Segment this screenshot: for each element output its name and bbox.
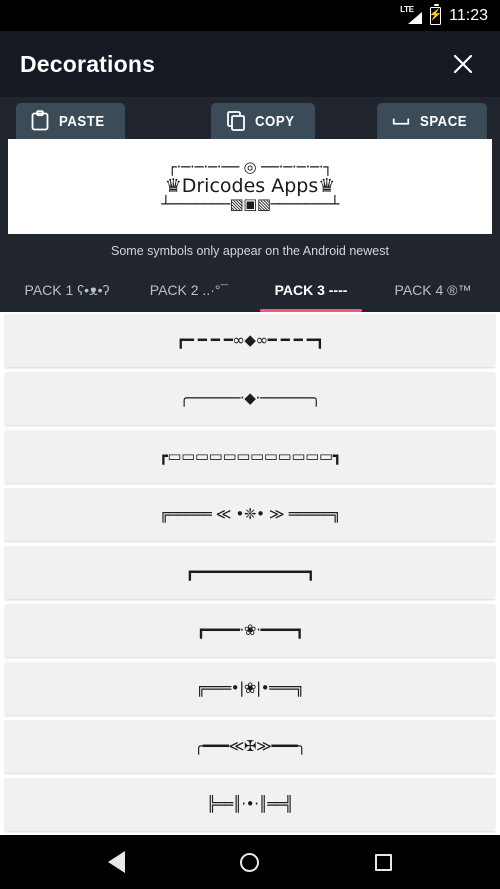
tab-pack-2-label: PACK 2 ..·°¯ (149, 281, 229, 298)
preview-canvas[interactable]: ┌·─·─·─·── ◎ ──·─·─·─·┐ ♛Dricodes Apps♛ … (8, 139, 492, 234)
signal-bars-icon (408, 11, 423, 24)
spacebar-icon (392, 118, 410, 125)
list-item[interactable]: ┏━━━━·❀·━━━━┓ (5, 604, 495, 657)
decoration-text: ┏▭▭▭▭▭▭▭▭▭▭▭▭┓ (158, 447, 342, 466)
list-item[interactable]: ┏━━━━━━━━━━━━━┓ (5, 546, 495, 599)
app-header: Decorations (0, 31, 500, 97)
list-item[interactable]: ╭━━━≪✠≫━━━╮ (5, 720, 495, 773)
decoration-text: ╠══║·•·║══╣ (206, 795, 294, 814)
clipboard-icon (31, 110, 49, 131)
paste-label: PASTE (59, 112, 105, 130)
tab-pack-2[interactable]: PACK 2 ..·°¯ (128, 267, 250, 312)
space-button[interactable]: SPACE (376, 103, 488, 139)
action-toolbar: PASTE COPY SPACE (0, 97, 500, 139)
nav-home-button[interactable] (228, 840, 272, 884)
close-button[interactable] (446, 47, 480, 81)
copy-icon (227, 111, 245, 131)
list-item[interactable]: ╔═════ ≪ •❈• ≫ ═════╗ (5, 488, 495, 541)
page-title: Decorations (20, 50, 156, 77)
phone-screen: LTE ⚡ 11:23 Decorations PASTE COPY SPACE… (0, 0, 500, 889)
tab-pack-4-label: PACK 4 ®™ (394, 281, 472, 298)
nav-recents-button[interactable] (361, 840, 405, 884)
list-item[interactable]: ╔═══•|❀|•═══╗ (5, 662, 495, 715)
decoration-text: ╭━━━≪✠≫━━━╮ (194, 737, 306, 756)
list-item[interactable]: ╭──────·◆·──────╮ (5, 372, 495, 425)
copy-label: COPY (254, 112, 295, 130)
preview-line-bottom: ┴───────▧▣▧───────┴ (161, 194, 339, 213)
close-icon (453, 54, 473, 74)
list-item[interactable]: ╠══║·•·║══╣ (5, 778, 495, 831)
list-item[interactable]: ┏━ ━ ━ ━∞◆∞━ ━ ━ ━┓ (5, 314, 495, 367)
pack-tab-bar: PACK 1 ʕ•ᴥ•ʔ PACK 2 ..·°¯ PACK 3 ---- PA… (0, 267, 500, 312)
decoration-text: ╔═════ ≪ •❈• ≫ ═════╗ (159, 505, 341, 524)
list-item[interactable]: ┏▭▭▭▭▭▭▭▭▭▭▭▭┓ (5, 430, 495, 483)
status-clock: 11:23 (449, 6, 488, 24)
space-label: SPACE (419, 112, 468, 130)
nav-back-button[interactable] (95, 840, 139, 884)
paste-button[interactable]: PASTE (16, 103, 125, 139)
decoration-text: ╭──────·◆·──────╮ (179, 389, 321, 408)
tab-pack-1[interactable]: PACK 1 ʕ•ᴥ•ʔ (6, 267, 128, 312)
tab-pack-4[interactable]: PACK 4 ®™ (372, 267, 494, 312)
battery-charging-icon: ⚡ (428, 3, 443, 25)
status-icons: LTE ⚡ 11:23 (400, 3, 488, 25)
android-nav-bar (0, 835, 500, 889)
back-triangle-icon (108, 851, 126, 873)
decoration-text: ┏━━━━·❀·━━━━┓ (196, 621, 304, 640)
signal-lte-icon: LTE (400, 5, 423, 25)
recents-square-icon (374, 853, 392, 871)
decoration-text: ┏━ ━ ━ ━∞◆∞━ ━ ━ ━┓ (176, 331, 324, 350)
hint-text: Some symbols only appear on the Android … (0, 240, 500, 267)
tab-pack-1-label: PACK 1 ʕ•ᴥ•ʔ (24, 281, 110, 298)
decoration-text: ┏━━━━━━━━━━━━━┓ (185, 563, 315, 582)
home-circle-icon (240, 852, 260, 872)
preview-line-top: ┌·─·─·─·── ◎ ──·─·─·─·┐ (167, 158, 333, 177)
decoration-text: ╔═══•|❀|•═══╗ (196, 679, 304, 698)
copy-button[interactable]: COPY (210, 103, 315, 139)
bolt-glyph: ⚡ (428, 9, 443, 21)
decoration-list[interactable]: ┏━ ━ ━ ━∞◆∞━ ━ ━ ━┓ ╭──────·◆·──────╮ ┏▭… (0, 312, 500, 835)
tab-pack-3-label: PACK 3 ---- (274, 281, 348, 298)
preview-container: ┌·─·─·─·── ◎ ──·─·─·─·┐ ♛Dricodes Apps♛ … (0, 139, 500, 240)
preview-line-middle: ♛Dricodes Apps♛ (164, 175, 336, 198)
status-bar: LTE ⚡ 11:23 (0, 0, 500, 31)
tab-pack-3[interactable]: PACK 3 ---- (250, 267, 372, 312)
